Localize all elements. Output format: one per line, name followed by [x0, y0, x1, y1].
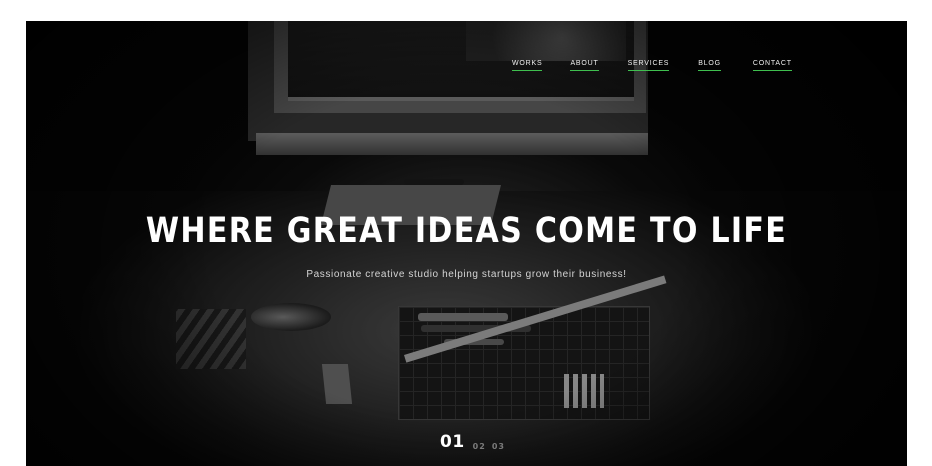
- nav-item-about[interactable]: ABOUT: [570, 60, 599, 71]
- hero-subheadline: Passionate creative studio helping start…: [306, 269, 627, 280]
- pager-item-02[interactable]: 02: [473, 442, 486, 451]
- nav-item-works[interactable]: WORKS: [512, 60, 543, 71]
- slide-pager: 01 02 03: [440, 434, 505, 452]
- hero-headline: WHERE GREAT IDEAS COME TO LIFE: [145, 211, 788, 251]
- hero-section: WORKS ABOUT SERVICES BLOG CONTACT WHERE …: [26, 21, 907, 466]
- main-nav: WORKS ABOUT SERVICES BLOG CONTACT: [510, 60, 792, 71]
- pager-item-01[interactable]: 01: [440, 434, 465, 451]
- pager-item-03[interactable]: 03: [492, 442, 505, 451]
- nav-item-contact[interactable]: CONTACT: [752, 60, 792, 71]
- nav-item-blog[interactable]: BLOG: [698, 60, 721, 71]
- nav-item-services[interactable]: SERVICES: [627, 60, 670, 71]
